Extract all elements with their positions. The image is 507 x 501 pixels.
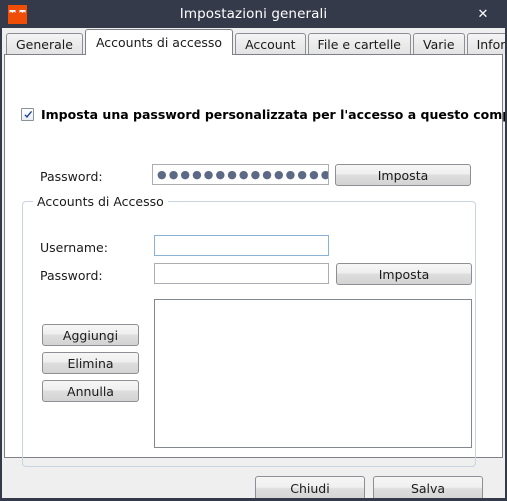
tab-bar: Generale Accounts di accesso Account Fil… [2,28,505,55]
custom-password-checkbox[interactable] [21,108,34,121]
title-bar: Impostazioni generali ✕ [2,0,505,28]
close-dialog-button[interactable]: Chiudi [255,476,365,498]
close-icon[interactable]: ✕ [461,0,505,28]
window-title: Impostazioni generali [179,6,328,22]
tab-informazioni[interactable]: Informazioni [466,33,505,54]
password-input[interactable]: ●●●●●●●●●●●●●●●●●●●●●●●●● [152,164,329,185]
custom-password-checkbox-row[interactable]: Imposta una password personalizzata per … [21,107,507,122]
group-set-password-button[interactable]: Imposta [336,263,472,285]
accounts-group: Accounts di Accesso Username: Password: … [22,194,476,467]
save-button[interactable]: Salva [373,476,483,498]
password-label: Password: [40,169,103,184]
group-password-input[interactable] [154,263,329,284]
username-input[interactable] [154,235,329,256]
tab-account[interactable]: Account [235,33,306,54]
tab-varie[interactable]: Varie [413,33,465,54]
delete-account-button[interactable]: Elimina [42,352,139,374]
settings-window: Impostazioni generali ✕ Generale Account… [0,0,507,501]
set-password-button[interactable]: Imposta [335,164,471,186]
tab-panel-accounts-di-accesso: Imposta una password personalizzata per … [4,54,505,467]
custom-password-checkbox-label: Imposta una password personalizzata per … [41,107,507,122]
accounts-group-legend: Accounts di Accesso [33,194,168,209]
username-label: Username: [40,240,108,255]
tab-generale[interactable]: Generale [6,33,83,54]
tab-file-e-cartelle[interactable]: File e cartelle [307,33,412,54]
group-password-label: Password: [40,268,103,283]
accounts-list[interactable] [154,299,472,448]
cancel-account-button[interactable]: Annulla [42,380,139,402]
add-account-button[interactable]: Aggiungi [42,324,139,346]
fox-icon [8,4,27,24]
tab-accounts-di-accesso[interactable]: Accounts di accesso [84,29,234,55]
